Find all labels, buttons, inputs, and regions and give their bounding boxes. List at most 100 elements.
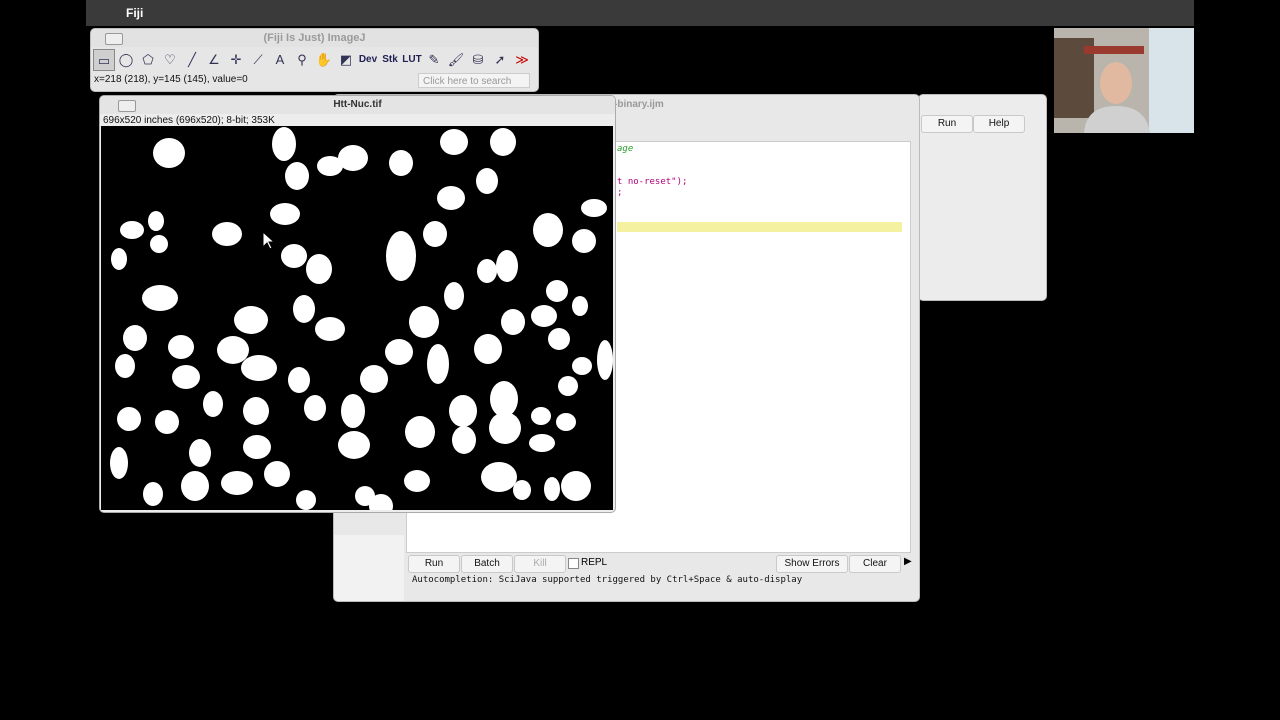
more-tools-icon[interactable]: ≫ (511, 49, 533, 71)
nucleus-blob (172, 365, 200, 389)
nucleus-blob (548, 328, 570, 350)
nucleus-blob (501, 309, 525, 335)
nucleus-blob (449, 395, 477, 427)
nucleus-blob (234, 306, 268, 334)
nucleus-blob (221, 471, 253, 495)
magnifier-tool-icon[interactable]: ⚲ (291, 49, 313, 71)
autocompletion-status: Autocompletion: SciJava supported trigge… (412, 575, 803, 585)
color-picker-icon[interactable]: ◩ (335, 49, 357, 71)
nucleus-blob (437, 186, 465, 210)
window-proxy-icon (118, 100, 136, 112)
nucleus-blob (490, 381, 518, 417)
nucleus-blob (189, 439, 211, 467)
image-canvas[interactable] (101, 126, 613, 510)
nucleus-blob (338, 431, 370, 459)
menu-bar: Fiji (86, 0, 1194, 26)
nucleus-blob (474, 334, 502, 364)
nucleus-blob (404, 470, 430, 492)
point-tool-icon[interactable]: ✛ (225, 49, 247, 71)
nucleus-blob (317, 156, 343, 176)
run-button-bg[interactable]: Run (921, 115, 973, 133)
oval-tool-icon[interactable]: ◯ (115, 49, 137, 71)
nucleus-blob (561, 471, 591, 501)
pencil-tool-icon[interactable]: ✎ (423, 49, 445, 71)
nucleus-blob (423, 221, 447, 247)
current-line-highlight (617, 222, 902, 232)
nucleus-blob (304, 395, 326, 421)
flood-fill-tool-icon[interactable]: ⛁ (467, 49, 489, 71)
angle-tool-icon[interactable]: ∠ (203, 49, 225, 71)
dev-menu-button[interactable]: Dev (357, 49, 379, 71)
imagej-toolbar-window: (Fiji Is Just) ImageJ ▭ ◯ ⬠ ♡ ╱ ∠ ✛ ⟋ A … (90, 28, 539, 92)
window-proxy-icon (105, 33, 123, 45)
nucleus-blob (315, 317, 345, 341)
nucleus-blob (476, 168, 498, 194)
nucleus-blob (427, 344, 449, 384)
freehand-tool-icon[interactable]: ♡ (159, 49, 181, 71)
nucleus-blob (296, 490, 316, 510)
brush-tool-icon[interactable]: 🖌 (445, 49, 467, 71)
nucleus-blob (117, 407, 141, 431)
text-tool-icon[interactable]: A (269, 49, 291, 71)
nucleus-blob (597, 340, 613, 380)
kill-button[interactable]: Kill (514, 555, 566, 573)
nucleus-blob (385, 339, 413, 365)
nucleus-blob (212, 222, 242, 246)
image-title: Htt-Nuc.tif (333, 99, 382, 110)
nucleus-blob (556, 413, 576, 431)
nucleus-blob (572, 296, 588, 316)
rectangle-tool-icon[interactable]: ▭ (93, 49, 115, 71)
batch-button[interactable]: Batch (461, 555, 513, 573)
nucleus-blob (111, 248, 127, 270)
nucleus-blob (241, 355, 277, 381)
nucleus-blob (405, 416, 435, 448)
wand-tool-icon[interactable]: ⟋ (247, 49, 269, 71)
nucleus-blob (490, 128, 516, 156)
image-info: 696x520 inches (696x520); 8-bit; 353K (103, 115, 275, 126)
nucleus-blob (143, 482, 163, 506)
nucleus-blob (153, 138, 185, 168)
arrow-tool-icon[interactable]: ➚ (489, 49, 511, 71)
nucleus-blob (281, 244, 307, 268)
editor-side-panel (334, 535, 404, 601)
app-menu-fiji[interactable]: Fiji (126, 6, 143, 20)
polygon-tool-icon[interactable]: ⬠ (137, 49, 159, 71)
search-input[interactable]: Click here to search (418, 73, 530, 88)
nucleus-blob (306, 254, 332, 284)
mouse-cursor-icon (262, 231, 276, 250)
webcam-video (1054, 28, 1194, 133)
help-button[interactable]: Help (973, 115, 1025, 133)
lut-menu-button[interactable]: LUT (401, 49, 423, 71)
repl-checkbox[interactable] (568, 558, 579, 569)
nucleus-blob (115, 354, 135, 378)
play-arrow-icon[interactable]: ▶ (904, 556, 912, 567)
imagej-titlebar[interactable]: (Fiji Is Just) ImageJ (91, 29, 538, 47)
nucleus-blob (572, 357, 592, 375)
nucleus-blob (440, 129, 468, 155)
nucleus-blob (110, 447, 128, 479)
nucleus-blob (529, 434, 555, 452)
line-tool-icon[interactable]: ╱ (181, 49, 203, 71)
clear-button[interactable]: Clear (849, 555, 901, 573)
run-button[interactable]: Run (408, 555, 460, 573)
code-line: t no-reset"); (617, 177, 688, 187)
nucleus-blob (477, 259, 497, 283)
nucleus-blob (558, 376, 578, 396)
nucleus-blob (288, 367, 310, 393)
nucleus-blob (203, 391, 223, 417)
image-titlebar[interactable]: Htt-Nuc.tif (100, 96, 615, 114)
imagej-tools: ▭ ◯ ⬠ ♡ ╱ ∠ ✛ ⟋ A ⚲ ✋ ◩ Dev Stk LUT ✎ 🖌 … (93, 49, 533, 71)
nucleus-blob (123, 325, 147, 351)
nucleus-blob (533, 213, 563, 247)
nucleus-blob (217, 336, 249, 364)
nucleus-blob (270, 203, 300, 225)
image-window: Htt-Nuc.tif 696x520 inches (696x520); 8-… (99, 95, 616, 513)
nucleus-blob (293, 295, 315, 323)
nucleus-blob (155, 410, 179, 434)
nucleus-blob (496, 250, 518, 282)
show-errors-button[interactable]: Show Errors (776, 555, 848, 573)
nucleus-blob (120, 221, 144, 239)
stk-menu-button[interactable]: Stk (379, 49, 401, 71)
hand-tool-icon[interactable]: ✋ (313, 49, 335, 71)
nucleus-blob (360, 365, 388, 393)
